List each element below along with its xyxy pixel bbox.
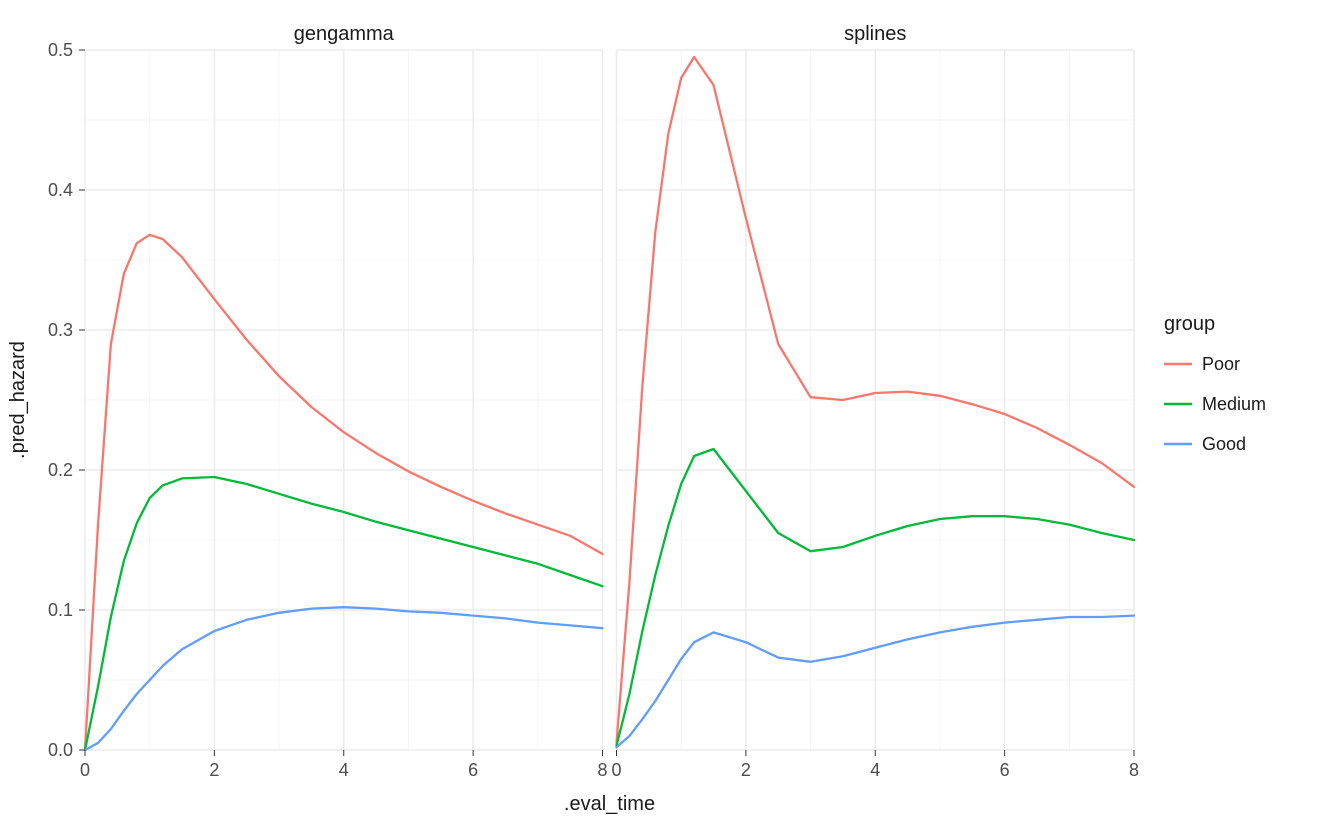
y-tick-label: 0.5 — [48, 40, 73, 60]
legend-label-poor: Poor — [1202, 354, 1240, 374]
x-tick-label: 6 — [1000, 760, 1010, 780]
x-tick-label: 4 — [870, 760, 880, 780]
facet-title-gengamma: gengamma — [294, 23, 395, 45]
y-tick-label: 0.0 — [48, 740, 73, 760]
y-tick-label: 0.4 — [48, 180, 73, 200]
x-tick-label: 2 — [741, 760, 751, 780]
x-tick-label: 8 — [597, 760, 607, 780]
y-tick-label: 0.2 — [48, 460, 73, 480]
legend-title: group — [1164, 313, 1215, 335]
x-tick-label: 6 — [468, 760, 478, 780]
chart-svg: gengamma 0 2 4 6 8 splines 0 2 4 6 8 0.0 0.1 0.2 0.3 0.4… — [0, 0, 1344, 830]
y-axis-title: .pred_hazard — [7, 341, 29, 459]
x-tick-label: 0 — [611, 760, 621, 780]
x-tick-label: 8 — [1129, 760, 1139, 780]
legend-label-good: Good — [1202, 434, 1246, 454]
legend-label-medium: Medium — [1202, 394, 1266, 414]
x-tick-label: 4 — [339, 760, 349, 780]
x-axis-title: .eval_time — [564, 793, 655, 815]
x-tick-label: 0 — [80, 760, 90, 780]
hazard-facet-figure: gengamma 0 2 4 6 8 splines 0 2 4 6 8 0.0 0.1 0.2 0.3 0.4… — [0, 0, 1344, 830]
x-tick-label: 2 — [209, 760, 219, 780]
y-tick-label: 0.3 — [48, 320, 73, 340]
facet-title-splines: splines — [844, 23, 906, 45]
y-tick-label: 0.1 — [48, 600, 73, 620]
